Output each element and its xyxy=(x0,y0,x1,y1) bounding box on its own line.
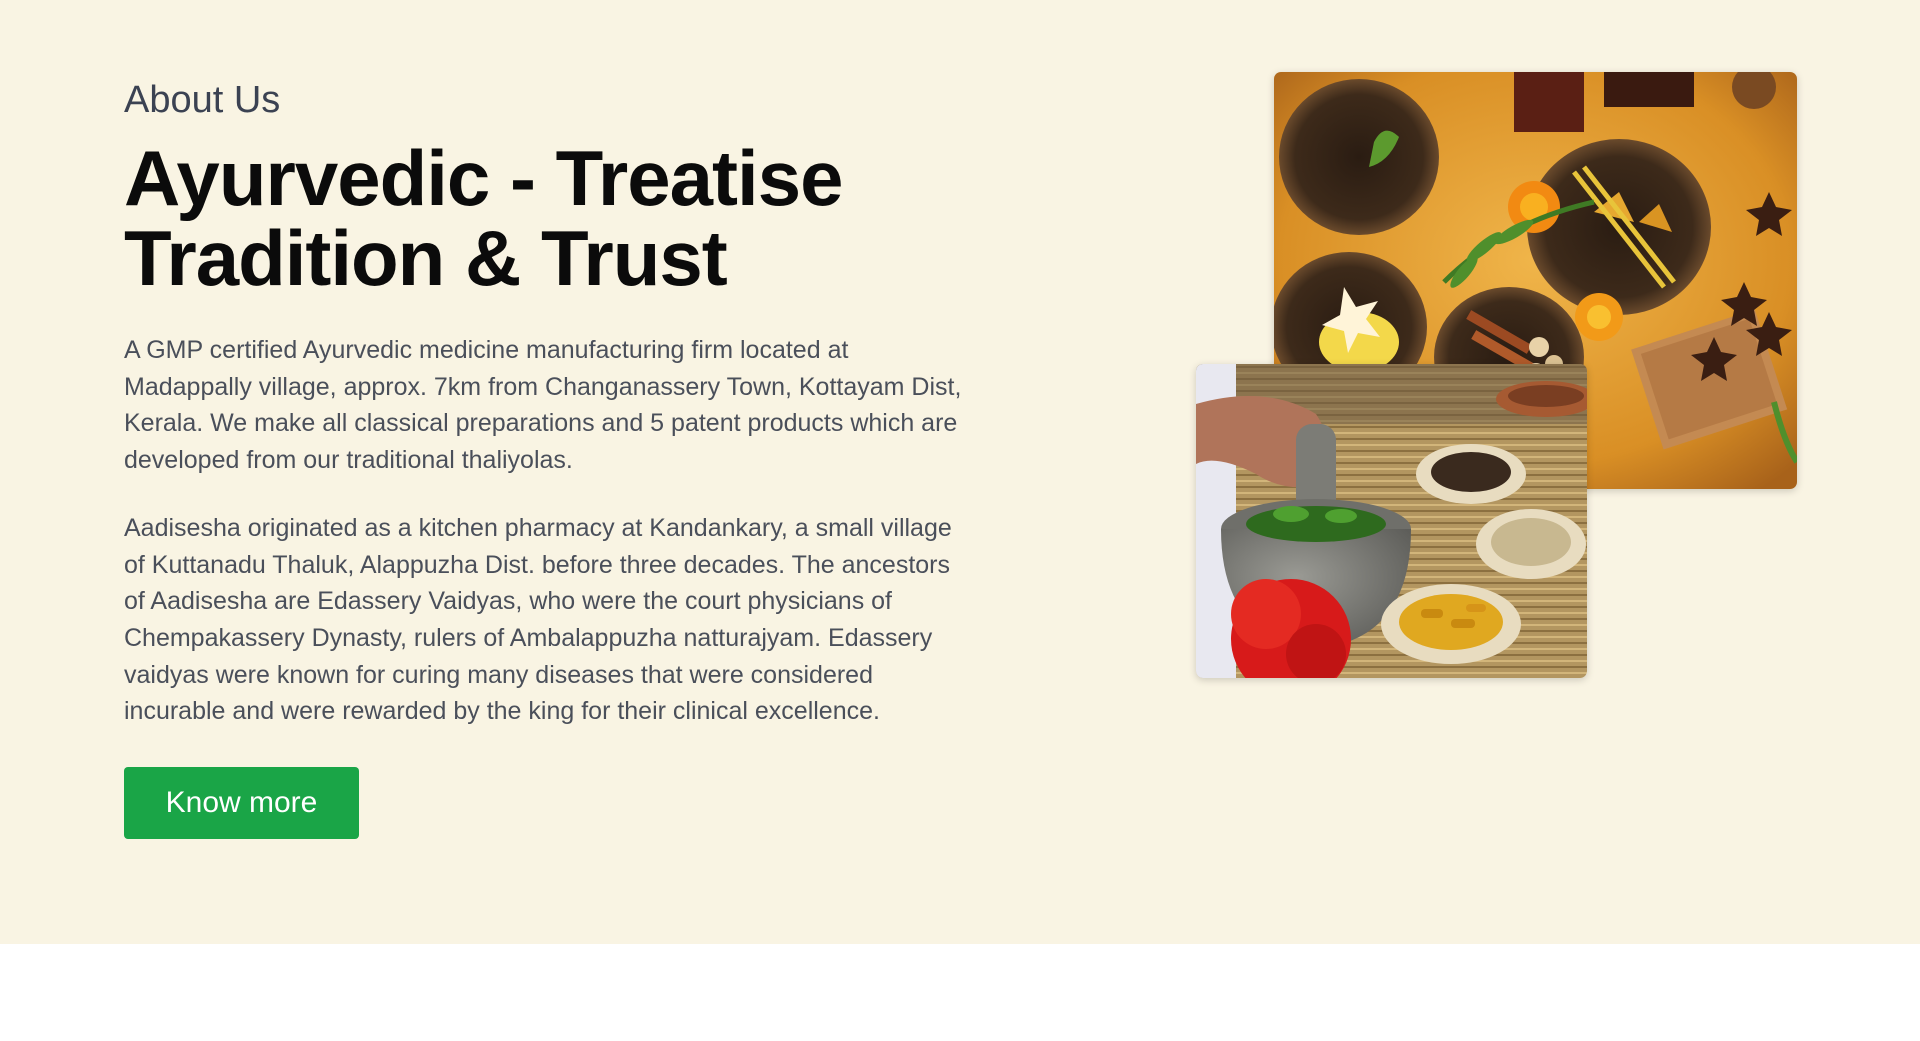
headline-line-2: Tradition & Trust xyxy=(124,214,728,302)
about-text-column: About Us Ayurvedic - Treatise Tradition … xyxy=(124,76,964,840)
about-paragraph-1: A GMP certified Ayurvedic medicine manuf… xyxy=(124,336,962,475)
about-paragraph-2: Aadisesha originated as a kitchen pharma… xyxy=(124,513,952,726)
section-eyebrow: About Us xyxy=(124,79,281,121)
about-section: About Us Ayurvedic - Treatise Tradition … xyxy=(0,0,1920,944)
headline-line-1: Ayurvedic - Treatise xyxy=(124,134,843,222)
know-more-button[interactable]: Know more xyxy=(124,767,359,840)
mortar-photo xyxy=(1196,364,1587,678)
page-title: Ayurvedic - Treatise Tradition & Trust xyxy=(124,138,964,298)
